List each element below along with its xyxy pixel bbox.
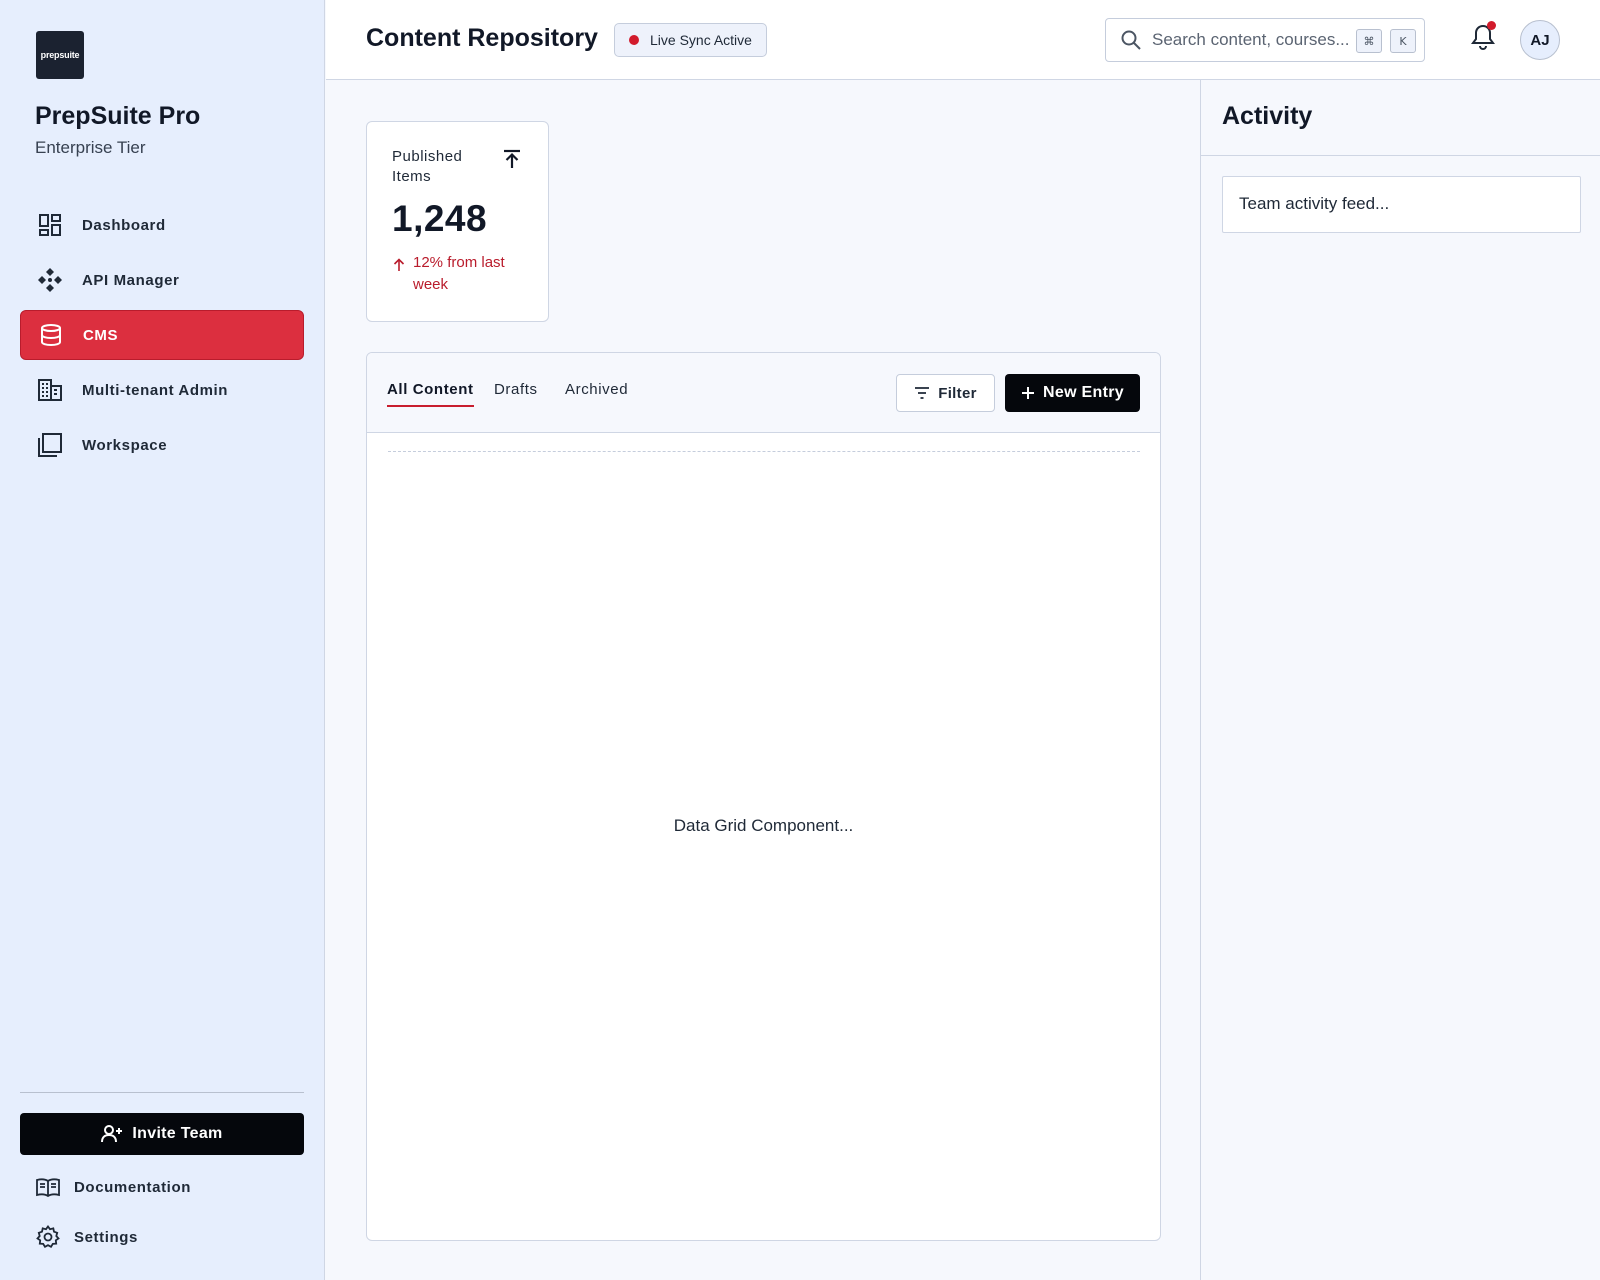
sidebar-item-label: Dashboard (82, 216, 166, 234)
database-icon (38, 322, 64, 348)
sidebar: prepsuite PrepSuite Pro Enterprise Tier … (0, 0, 325, 1280)
book-icon (35, 1174, 61, 1200)
publish-icon (502, 149, 522, 169)
stat-trend: 12% from last week (393, 252, 523, 296)
content-panel: All Content Drafts Archived Filter New E… (366, 352, 1161, 1241)
top-header: Content Repository Live Sync Active ⌘ K … (326, 0, 1600, 80)
kbd-k: K (1390, 29, 1416, 53)
gear-icon (35, 1224, 61, 1250)
notifications-button[interactable] (1468, 21, 1498, 52)
grid-divider (388, 451, 1140, 452)
sidebar-item-dashboard[interactable]: Dashboard (20, 200, 304, 250)
sidebar-item-label: Multi-tenant Admin (82, 381, 229, 399)
filter-icon (914, 387, 930, 399)
sidebar-item-workspace[interactable]: Workspace (20, 420, 304, 470)
sidebar-item-cms[interactable]: CMS (20, 310, 304, 360)
plus-icon (1021, 386, 1035, 400)
kbd-cmd: ⌘ (1356, 29, 1382, 53)
panel-toolbar: All Content Drafts Archived Filter New E… (367, 353, 1160, 433)
filter-button[interactable]: Filter (896, 374, 995, 412)
search-box[interactable]: ⌘ K (1105, 18, 1425, 62)
sidebar-item-label: CMS (83, 326, 119, 344)
new-entry-label: New Entry (1043, 384, 1124, 401)
brand-name: PrepSuite Pro (35, 102, 201, 130)
activity-panel: Activity Team activity feed... (1200, 80, 1600, 1280)
sidebar-item-multi-tenant-admin[interactable]: Multi-tenant Admin (20, 365, 304, 415)
api-icon (37, 267, 63, 293)
sidebar-nav: Dashboard API Manager CMS Multi-tenant A… (20, 200, 304, 475)
activity-feed: Team activity feed... (1222, 176, 1581, 233)
activity-header: Activity (1201, 80, 1600, 156)
add-user-icon (101, 1125, 123, 1143)
data-grid-placeholder: Data Grid Component... (673, 816, 854, 835)
logo-text: prepsuite (40, 50, 80, 60)
published-items-card: Published Items 1,248 12% from last week (366, 121, 549, 322)
sidebar-item-label: API Manager (82, 271, 180, 289)
settings-label: Settings (74, 1228, 138, 1246)
user-avatar[interactable]: AJ (1520, 20, 1560, 60)
arrow-up-icon (393, 258, 405, 296)
brand-logo[interactable]: prepsuite (36, 31, 84, 79)
sidebar-item-api-manager[interactable]: API Manager (20, 255, 304, 305)
documentation-link[interactable]: Documentation (35, 1174, 191, 1200)
stat-trend-text: 12% from last week (413, 254, 505, 293)
invite-team-button[interactable]: Invite Team (20, 1113, 304, 1155)
documentation-label: Documentation (74, 1178, 191, 1196)
sidebar-item-label: Workspace (82, 436, 168, 454)
new-entry-button[interactable]: New Entry (1005, 374, 1140, 412)
sync-label: Live Sync Active (650, 32, 752, 48)
sync-status-dot (629, 35, 639, 45)
workspace-icon (37, 432, 63, 458)
brand-tier: Enterprise Tier (35, 138, 146, 157)
page-title: Content Repository (366, 24, 598, 52)
search-icon (1120, 29, 1142, 51)
tab-archived[interactable]: Archived (565, 381, 628, 405)
settings-link[interactable]: Settings (35, 1224, 138, 1250)
building-icon (37, 377, 63, 403)
tab-drafts[interactable]: Drafts (494, 381, 538, 405)
sidebar-divider (20, 1092, 304, 1093)
stat-label: Published Items (392, 148, 463, 185)
invite-team-label: Invite Team (132, 1125, 223, 1142)
dashboard-icon (37, 212, 63, 238)
avatar-initials: AJ (1530, 31, 1550, 49)
activity-title: Activity (1222, 102, 1313, 130)
search-input[interactable] (1152, 30, 1352, 50)
tab-all-content[interactable]: All Content (387, 381, 474, 407)
notification-dot (1487, 21, 1496, 30)
stat-value: 1,248 (392, 198, 488, 239)
filter-label: Filter (938, 384, 977, 402)
live-sync-badge: Live Sync Active (614, 23, 767, 57)
